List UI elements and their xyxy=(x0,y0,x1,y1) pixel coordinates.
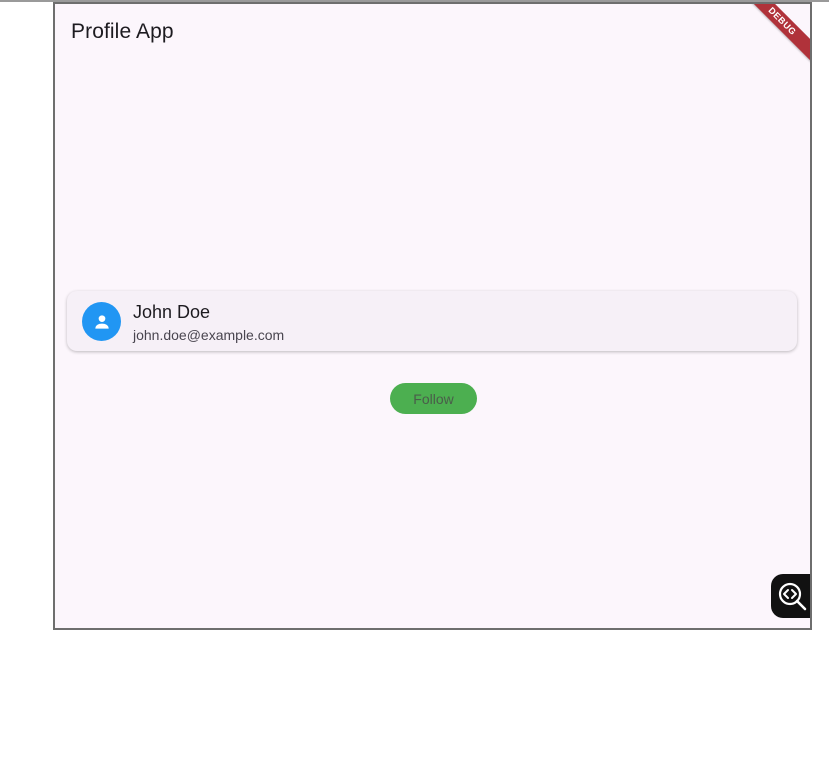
follow-button[interactable]: Follow xyxy=(390,383,477,414)
widget-inspector-icon xyxy=(778,582,806,611)
avatar xyxy=(82,302,121,341)
profile-email: john.doe@example.com xyxy=(133,327,285,343)
profile-name: John Doe xyxy=(133,302,211,322)
app-bar-title: Profile App xyxy=(71,20,174,43)
person-icon xyxy=(94,314,109,329)
app-window: Profile App DEBUG John Doe john.doe@exam… xyxy=(53,2,812,630)
profile-card: John Doe john.doe@example.com xyxy=(67,291,797,351)
debug-banner: DEBUG xyxy=(734,4,810,70)
widget-inspector-button[interactable] xyxy=(771,574,810,618)
